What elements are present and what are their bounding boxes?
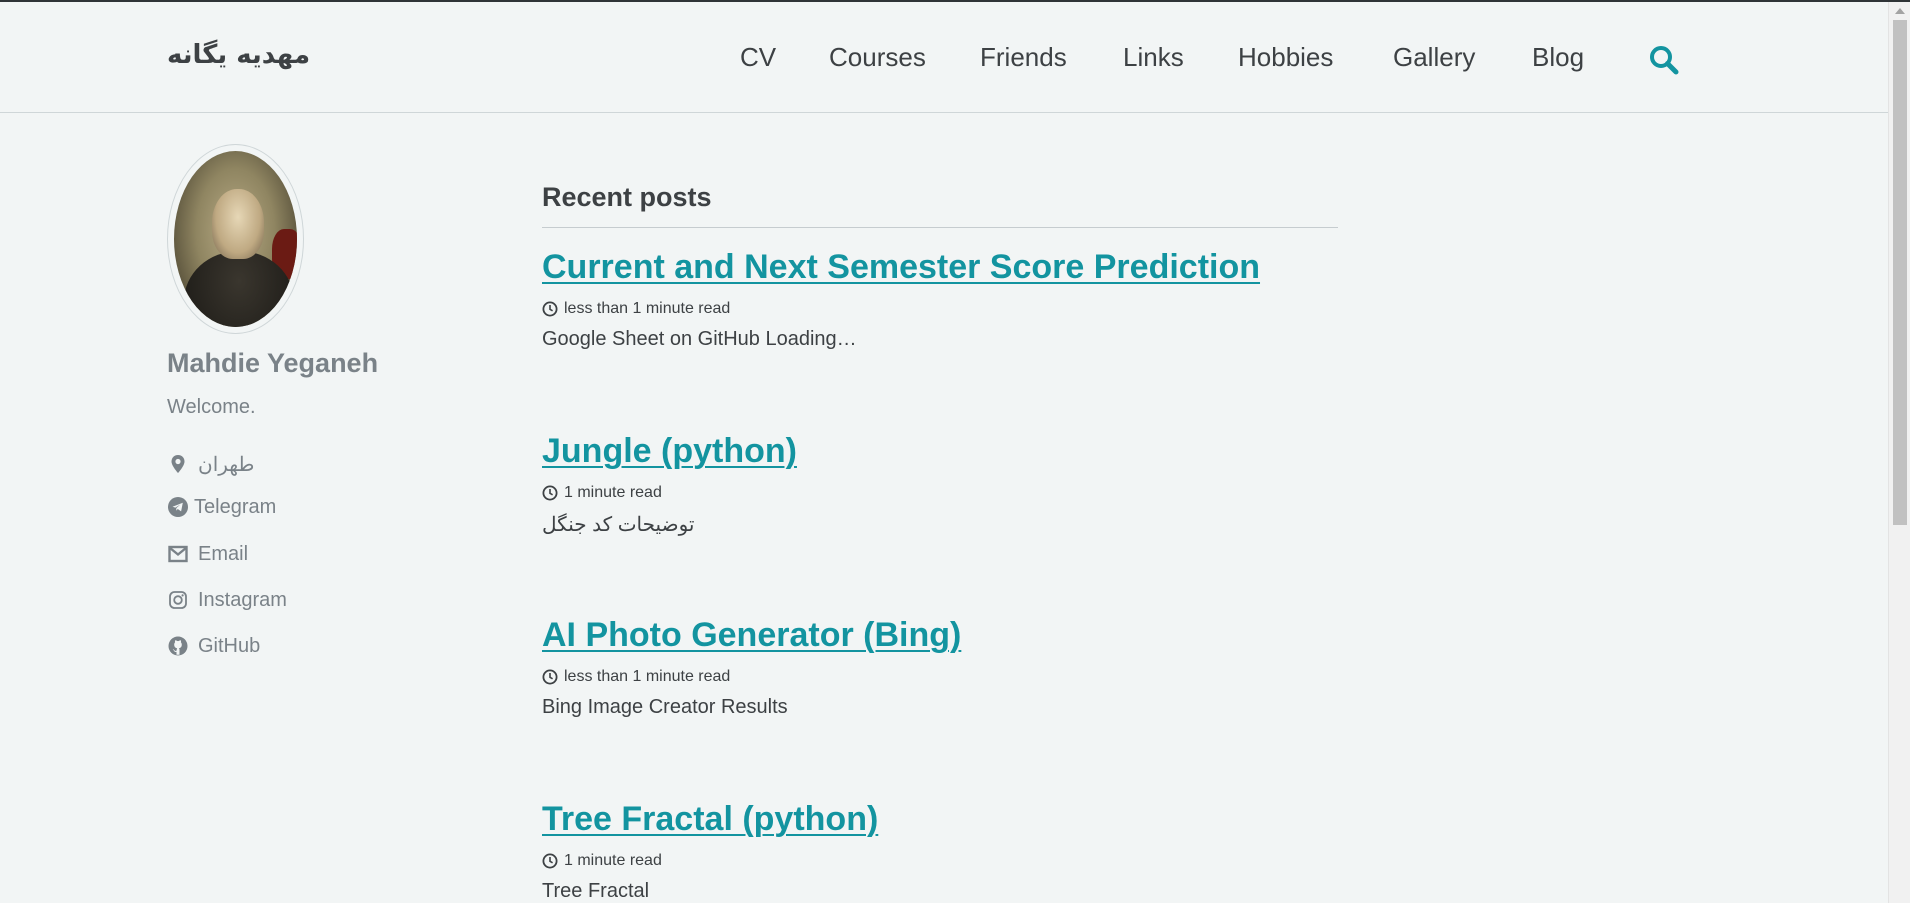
nav-link-cv[interactable]: CV: [740, 42, 776, 73]
post-meta: less than 1 minute read: [542, 300, 1442, 318]
author-name: Mahdie Yeganeh: [167, 348, 379, 378]
clock-icon: [542, 853, 558, 869]
search-button[interactable]: [1648, 44, 1680, 76]
post-item: AI Photo Generator (Bing) less than 1 mi…: [542, 616, 1442, 719]
post-read-time: less than 1 minute read: [564, 668, 731, 685]
post-title-link[interactable]: Jungle (python): [542, 432, 797, 471]
clock-icon: [542, 485, 558, 501]
section-divider: [542, 227, 1338, 228]
post-item: Current and Next Semester Score Predicti…: [542, 248, 1442, 351]
author-link-label: Email: [198, 542, 249, 565]
author-bio: Welcome.: [167, 396, 256, 418]
instagram-icon: [169, 591, 187, 609]
post-read-time: 1 minute read: [564, 484, 662, 501]
avatar-image: [174, 151, 297, 327]
post-title-link[interactable]: Current and Next Semester Score Predicti…: [542, 248, 1260, 287]
author-link-location[interactable]: طهران: [167, 449, 254, 479]
post-read-time: less than 1 minute read: [564, 300, 731, 317]
author-link-label: Telegram: [194, 495, 277, 518]
post-excerpt: Google Sheet on GitHub Loading…: [542, 328, 857, 350]
search-icon: [1650, 46, 1679, 75]
telegram-icon: [168, 497, 188, 517]
avatar: [167, 144, 304, 334]
author-link-instagram[interactable]: Instagram: [167, 585, 287, 615]
post-excerpt: Bing Image Creator Results: [542, 696, 788, 718]
post-item: Jungle (python) 1 minute read توضیحات کد…: [542, 432, 1442, 537]
author-link-label: Instagram: [198, 588, 287, 611]
post-meta: 1 minute read: [542, 852, 1442, 870]
nav-link-gallery[interactable]: Gallery: [1393, 42, 1475, 73]
post-excerpt: توضیحات کد جنگل: [542, 514, 695, 536]
scrollbar-thumb[interactable]: [1893, 20, 1907, 525]
recent-posts-title: Recent posts: [542, 182, 712, 212]
author-link-label: طهران: [198, 453, 255, 476]
nav-link-hobbies[interactable]: Hobbies: [1238, 42, 1333, 73]
post-title-link[interactable]: Tree Fractal (python): [542, 800, 878, 839]
author-link-label: GitHub: [198, 634, 261, 657]
envelope-icon: [168, 545, 188, 563]
github-icon: [168, 636, 188, 656]
site-title-link[interactable]: مهدیه یگانه: [167, 40, 310, 70]
author-link-email[interactable]: Email: [167, 539, 248, 569]
scroll-up-arrow-icon[interactable]: [1895, 8, 1905, 14]
map-marker-icon: [171, 455, 185, 473]
author-link-telegram[interactable]: Telegram: [167, 492, 276, 522]
page: مهدیه یگانه CV Courses Friends Links Hob…: [0, 0, 1910, 903]
vertical-scrollbar[interactable]: [1888, 2, 1910, 903]
post-meta: less than 1 minute read: [542, 668, 1442, 686]
clock-icon: [542, 669, 558, 685]
masthead: مهدیه یگانه CV Courses Friends Links Hob…: [0, 2, 1888, 113]
nav-link-courses[interactable]: Courses: [829, 42, 926, 73]
post-item: Tree Fractal (python) 1 minute read Tree…: [542, 800, 1442, 903]
post-title-link[interactable]: AI Photo Generator (Bing): [542, 616, 961, 655]
post-meta: 1 minute read: [542, 484, 1442, 502]
post-excerpt: Tree Fractal: [542, 880, 650, 902]
nav-link-friends[interactable]: Friends: [980, 42, 1067, 73]
nav-link-links[interactable]: Links: [1123, 42, 1184, 73]
author-link-github[interactable]: GitHub: [167, 631, 260, 661]
nav-link-blog[interactable]: Blog: [1532, 42, 1584, 73]
clock-icon: [542, 301, 558, 317]
post-read-time: 1 minute read: [564, 852, 662, 869]
